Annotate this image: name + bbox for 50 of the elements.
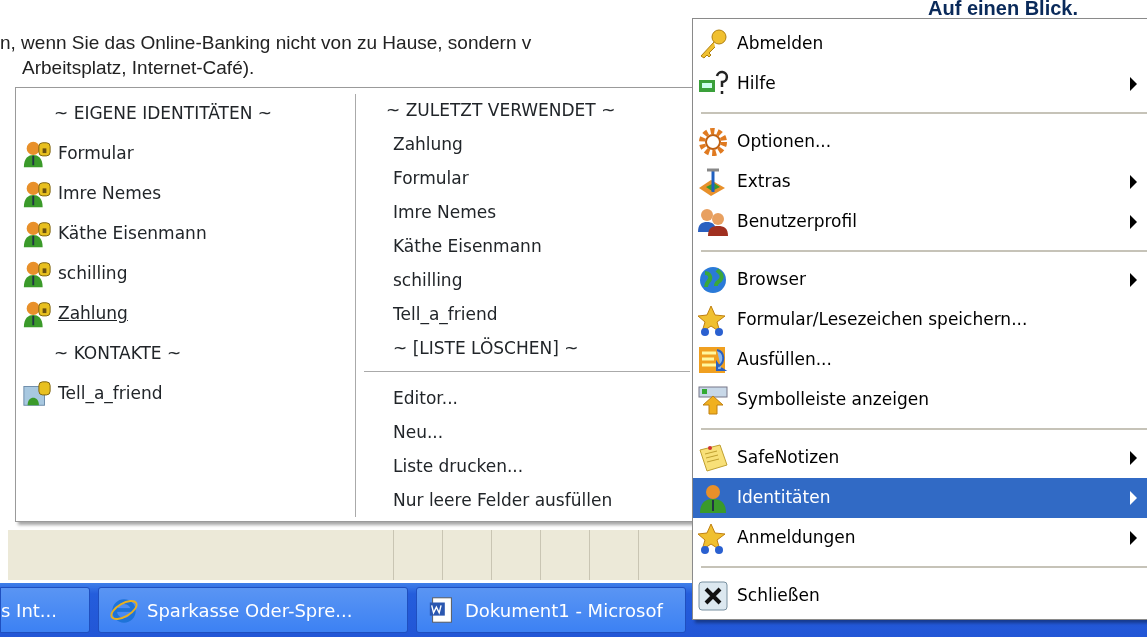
globe-icon	[697, 264, 729, 296]
menu-item[interactable]: Nur leere Felder ausfüllen	[356, 484, 696, 518]
menu-item[interactable]: Formular/Lesezeichen speichern...	[693, 300, 1147, 340]
close-icon	[697, 580, 729, 612]
contact-card-icon	[22, 379, 52, 409]
person-icon	[697, 482, 729, 514]
menu-item[interactable]: Imre Nemes	[356, 196, 696, 230]
menu-item[interactable]: Neu...	[356, 416, 696, 450]
menu-item[interactable]: ~ [LISTE LÖSCHEN] ~	[356, 332, 696, 366]
identity-icon	[22, 139, 52, 169]
menu-item[interactable]: Käthe Eisenmann	[16, 214, 355, 254]
identity-icon	[22, 299, 52, 329]
body-text: Arbeitsplatz, Internet-Café).	[21, 56, 256, 80]
menu-item[interactable]: Tell_a_friend	[356, 298, 696, 332]
fill-form-icon	[697, 344, 729, 376]
menu-item[interactable]: Anmeldungen	[693, 518, 1147, 558]
body-text: n, wenn Sie das Online-Banking nicht von zu Hause, sondern v	[0, 31, 532, 55]
menu-item[interactable]: Formular	[356, 162, 696, 196]
menu-item[interactable]: Abmelden	[693, 24, 1147, 64]
menu-item[interactable]: Hilfe	[693, 64, 1147, 104]
menu-item[interactable]: Editor...	[356, 382, 696, 416]
section-header: ~ ZULETZT VERWENDET ~	[385, 99, 617, 123]
toolbar-arrow-icon	[697, 384, 729, 416]
menu-item[interactable]: Identitäten	[693, 478, 1147, 518]
menu-item[interactable]: Liste drucken...	[356, 450, 696, 484]
people-icon	[697, 206, 729, 238]
menu-item[interactable]: Zahlung	[356, 128, 696, 162]
menu-item[interactable]: Optionen...	[693, 122, 1147, 162]
menu-item[interactable]: Symbolleiste anzeigen	[693, 380, 1147, 420]
menu-item[interactable]: Ausfüllen...	[693, 340, 1147, 380]
gear-icon	[697, 126, 729, 158]
section-header: ~ EIGENE IDENTITÄTEN ~	[53, 102, 273, 126]
menu-item[interactable]: SafeNotizen	[693, 438, 1147, 478]
menu-item[interactable]: Tell_a_friend	[16, 374, 355, 414]
menu-item[interactable]: Browser	[693, 260, 1147, 300]
menu-item[interactable]: schilling	[16, 254, 355, 294]
menu-item[interactable]: Extras	[693, 162, 1147, 202]
menu-item[interactable]: Zahlung	[16, 294, 355, 334]
menu-item[interactable]: Benutzerprofil	[693, 202, 1147, 242]
section-heading: Auf einen Blick.	[928, 0, 1079, 20]
identity-icon	[22, 179, 52, 209]
menu-item[interactable]: Schließen	[693, 576, 1147, 616]
note-icon	[697, 442, 729, 474]
identity-icon	[22, 219, 52, 249]
menu-item[interactable]: Käthe Eisenmann	[356, 230, 696, 264]
identity-icon	[22, 259, 52, 289]
menu-item[interactable]: schilling	[356, 264, 696, 298]
menu-item[interactable]: Imre Nemes	[16, 174, 355, 214]
menu-item[interactable]: Formular	[16, 134, 355, 174]
section-header: ~ KONTAKTE ~	[53, 342, 183, 366]
